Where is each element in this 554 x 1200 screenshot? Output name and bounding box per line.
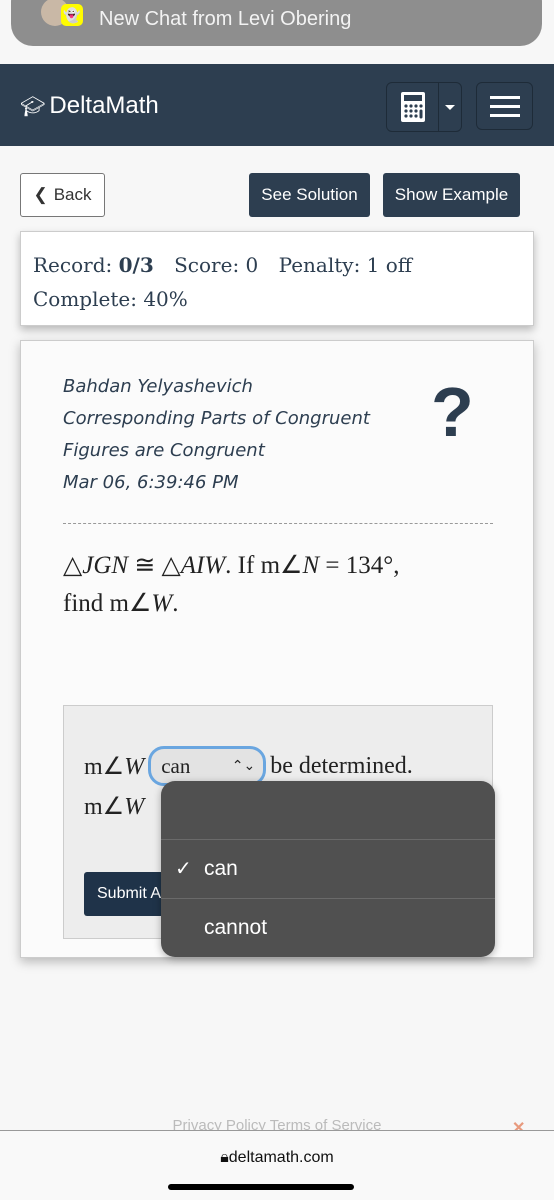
- home-indicator[interactable]: [168, 1184, 354, 1190]
- brand-logo[interactable]: 🎓︎ DeltaMath: [20, 92, 159, 120]
- be-determined-text: be determined.: [270, 752, 413, 779]
- timestamp: Mar 06, 6:39:46 PM: [63, 472, 239, 493]
- url-text: deltamath.com: [228, 1149, 334, 1166]
- answer-line-2: m∠W: [84, 794, 145, 820]
- answer-line-1: m∠W can ⌃⌄ be determined.: [84, 746, 413, 786]
- problem-statement: △JGN ≅ △AIW. If m∠N = 134°, find m∠W.: [63, 552, 400, 617]
- back-button[interactable]: ❮ Back: [20, 173, 105, 217]
- record-panel: Record: 0/3 Score: 0 Penalty: 1 off Comp…: [20, 231, 534, 326]
- dropdown-option-can[interactable]: ✓ can: [161, 839, 495, 897]
- score-value: 0: [245, 253, 259, 277]
- dropdown-option-cannot[interactable]: cannot: [161, 898, 495, 956]
- topic-line-1: Corresponding Parts of Congruent: [63, 408, 370, 429]
- navbar: 🎓︎ DeltaMath: [0, 64, 554, 146]
- brand-name: DeltaMath: [49, 92, 159, 119]
- footer-links[interactable]: Privacy Policy Terms of Service: [0, 1117, 554, 1130]
- select-dropdown-menu: ✓ can cannot: [161, 781, 495, 957]
- select-value: can: [161, 753, 191, 778]
- calculator-button-group: [386, 82, 462, 132]
- calculator-icon: [400, 92, 425, 122]
- back-label: Back: [53, 185, 92, 204]
- topic-line-2: Figures are Congruent: [63, 440, 265, 461]
- lock-icon: 🔒︎: [220, 1149, 229, 1166]
- complete-value: 40%: [143, 287, 188, 311]
- help-question-icon[interactable]: ?: [431, 377, 474, 447]
- page: 👻 Port New Chat from Levi Obering 🎓︎ Del…: [0, 0, 554, 1200]
- checkmark-icon: ✓: [175, 858, 192, 880]
- snapchat-ghost-icon: 👻: [61, 4, 83, 26]
- can-cannot-select[interactable]: can ⌃⌄: [148, 746, 267, 786]
- given-angle-value: 134°: [345, 552, 394, 579]
- calculator-button[interactable]: [387, 83, 439, 131]
- menu-button[interactable]: [476, 82, 533, 130]
- browser-url-bar[interactable]: 🔒︎deltamath.com: [0, 1130, 554, 1200]
- record-value: 0/3: [118, 253, 154, 277]
- caret-down-icon: [445, 104, 455, 110]
- hamburger-menu-icon: [489, 95, 520, 99]
- graduation-cap-icon: 🎓︎: [20, 95, 46, 118]
- triangle-2: AIW: [180, 552, 226, 579]
- chevron-up-down-icon: ⌃⌄: [231, 758, 256, 774]
- record-label: Record:: [33, 253, 113, 277]
- penalty-label: Penalty:: [278, 253, 361, 277]
- chevron-left-icon: ❮: [33, 185, 48, 204]
- notification-banner[interactable]: 👻 Port New Chat from Levi Obering: [11, 0, 542, 46]
- penalty-value: 1 off: [366, 253, 413, 277]
- see-solution-button[interactable]: See Solution: [249, 173, 370, 217]
- score-label: Score:: [174, 253, 240, 277]
- problem-info: Bahdan Yelyashevich Corresponding Parts …: [63, 371, 370, 499]
- divider: [63, 523, 493, 524]
- complete-label: Complete:: [33, 287, 137, 311]
- calculator-dropdown-toggle[interactable]: [439, 83, 461, 131]
- show-example-button[interactable]: Show Example: [383, 173, 520, 217]
- notification-message: New Chat from Levi Obering: [99, 8, 352, 30]
- triangle-1: JGN: [82, 552, 129, 579]
- student-name: Bahdan Yelyashevich: [63, 376, 253, 397]
